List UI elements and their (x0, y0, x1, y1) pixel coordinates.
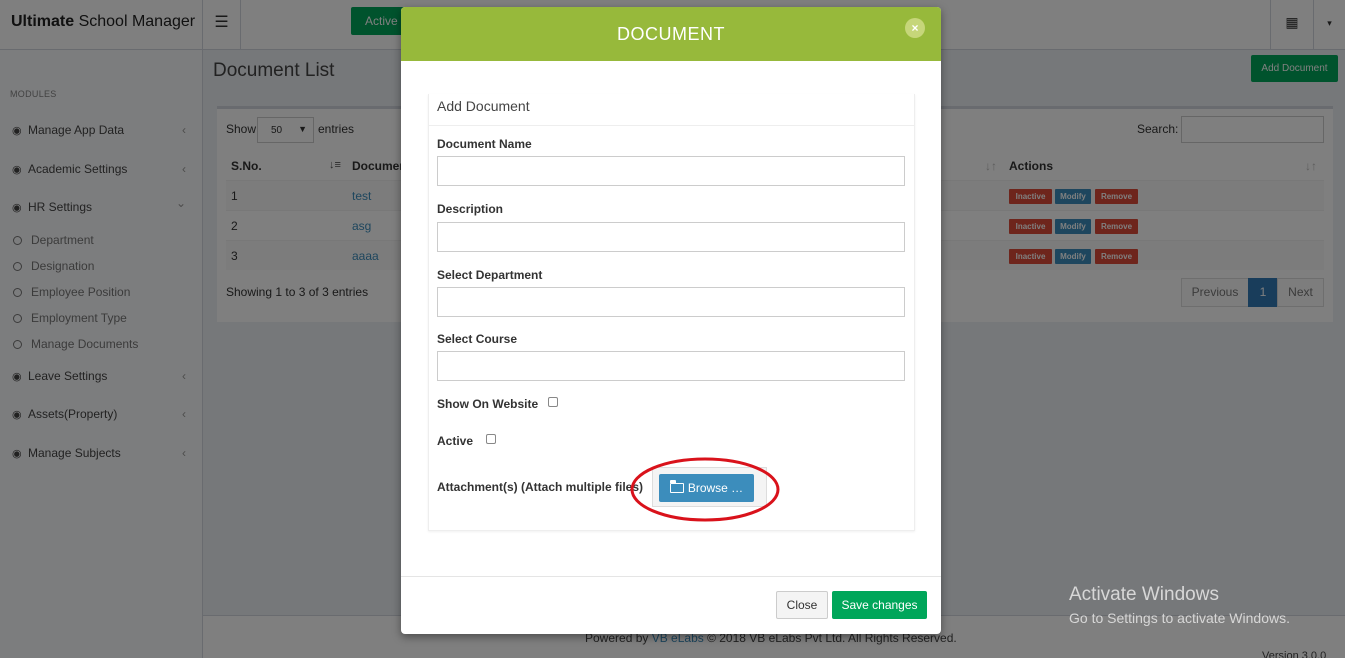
active-label: Active (437, 434, 474, 448)
description-label: Description (437, 202, 504, 216)
select-department-label: Select Department (437, 268, 543, 282)
document-modal: DOCUMENT × Add Document Document Name De… (401, 7, 941, 634)
document-name-input[interactable] (437, 156, 905, 186)
show-on-website-label: Show On Website (437, 397, 539, 411)
divider (428, 125, 915, 126)
windows-activation-title: Activate Windows (1069, 584, 1219, 605)
active-checkbox[interactable] (486, 434, 496, 444)
windows-activation-subtitle: Go to Settings to activate Windows. (1069, 610, 1290, 626)
close-icon[interactable]: × (905, 18, 925, 38)
description-input[interactable] (437, 222, 905, 252)
modal-footer-divider (401, 576, 941, 577)
select-course-label: Select Course (437, 332, 518, 346)
select-course-dropdown[interactable] (437, 351, 905, 381)
save-changes-button[interactable]: Save changes (832, 591, 927, 619)
close-button[interactable]: Close (776, 591, 828, 619)
highlight-ellipse (630, 457, 780, 522)
highlight-annotation (630, 457, 780, 522)
panel-title: Add Document (437, 98, 530, 114)
document-name-label: Document Name (437, 137, 532, 151)
modal-title: DOCUMENT (617, 24, 725, 44)
show-on-website-checkbox[interactable] (548, 397, 558, 407)
select-department-dropdown[interactable] (437, 287, 905, 317)
attachments-label: Attachment(s) (Attach multiple files) (437, 480, 644, 494)
